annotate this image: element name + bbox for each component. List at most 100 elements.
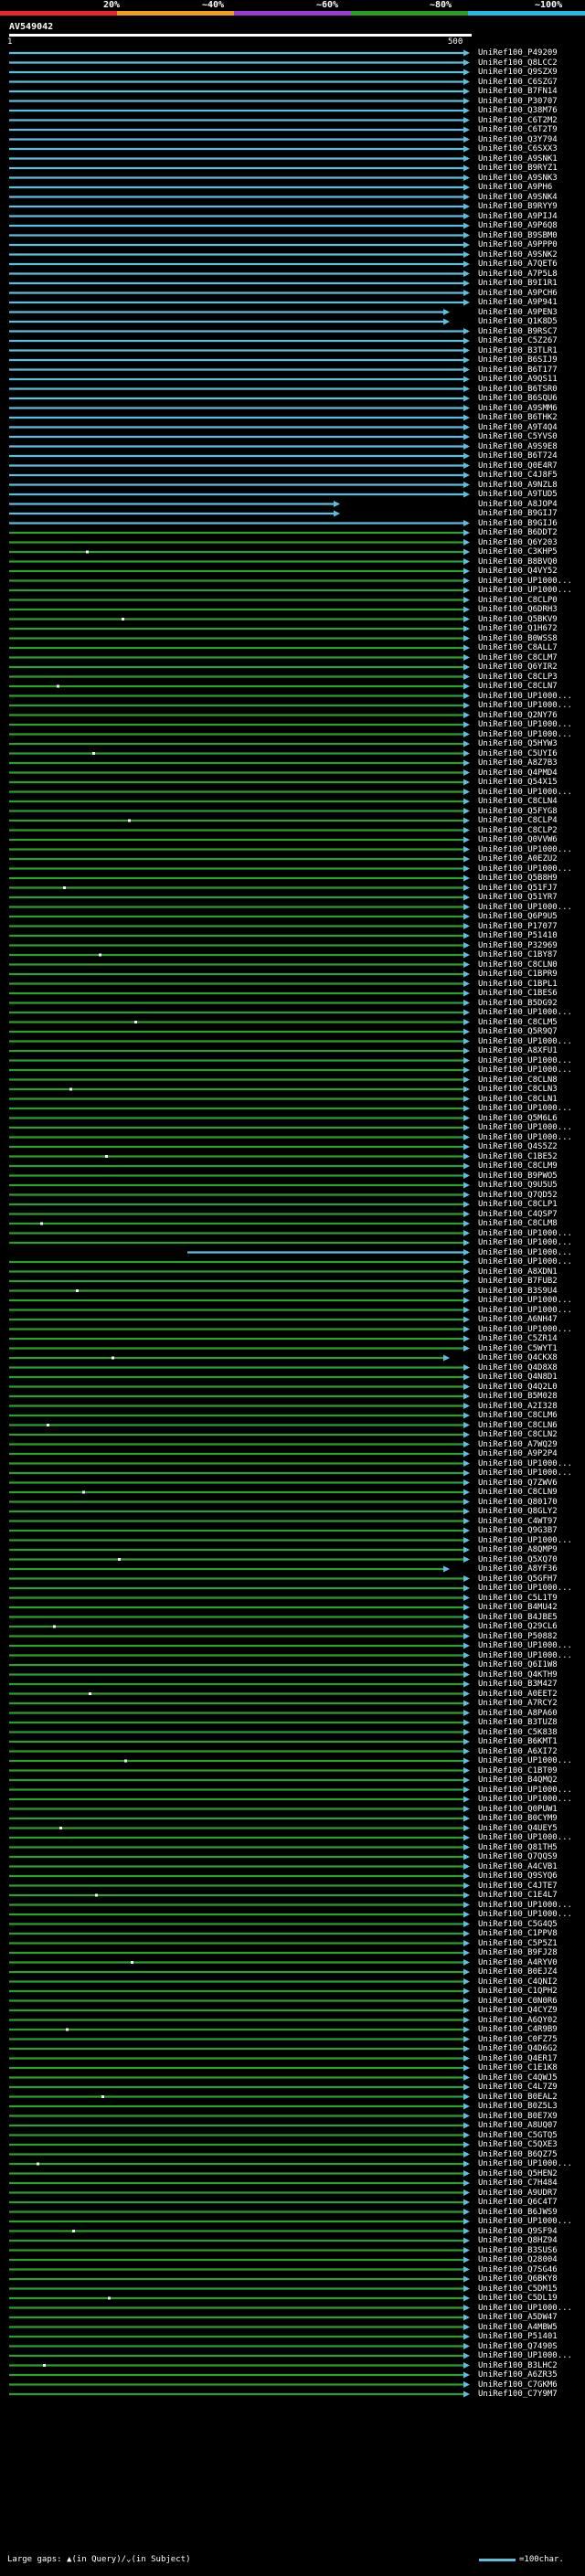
hit-label-link[interactable]: UniRef100_B6T724 [478,451,558,461]
hit-label-link[interactable]: UniRef100_C1BY87 [478,950,558,959]
hit-label-link[interactable]: UniRef100_Q4UEY5 [478,1824,558,1833]
hit-label-link[interactable]: UniRef100_A4RYV0 [478,1958,558,1967]
hit-label-link[interactable]: UniRef100_A9P941 [478,298,558,307]
hit-label-link[interactable]: UniRef100_C5GTQ5 [478,2131,558,2140]
hit-label-link[interactable]: UniRef100_P50882 [478,1632,558,1641]
hit-label-link[interactable]: UniRef100_UP1000... [478,1133,572,1142]
hit-label-link[interactable]: UniRef100_C5DL19 [478,2294,558,2303]
hit-label-link[interactable]: UniRef100_Q4D6G2 [478,2044,558,2053]
hit-label-link[interactable]: UniRef100_UP1000... [478,845,572,854]
hit-label-link[interactable]: UniRef100_UP1000... [478,1756,572,1765]
hit-label-link[interactable]: UniRef100_UP1000... [478,1123,572,1132]
hit-label-link[interactable]: UniRef100_C8CLN0 [478,960,558,970]
hit-label-link[interactable]: UniRef100_UP1000... [478,1584,572,1593]
hit-label-link[interactable]: UniRef100_UP1000... [478,1901,572,1910]
hit-label-link[interactable]: UniRef100_C6T2T9 [478,125,558,134]
hit-label-link[interactable]: UniRef100_C5L1T9 [478,1594,558,1603]
hit-label-link[interactable]: UniRef100_Q5B8H9 [478,874,558,883]
hit-label-link[interactable]: UniRef100_Q7ZWV6 [478,1479,558,1488]
hit-label-link[interactable]: UniRef100_Q4VY52 [478,567,558,576]
hit-label-link[interactable]: UniRef100_A7QET6 [478,260,558,269]
hit-label-link[interactable]: UniRef100_C1BPL1 [478,980,558,989]
hit-label-link[interactable]: UniRef100_A8Z7B3 [478,758,558,768]
hit-label-link[interactable]: UniRef100_C5YVS0 [478,432,558,441]
hit-label-link[interactable]: UniRef100_C1BE52 [478,1152,558,1161]
hit-label-link[interactable]: UniRef100_Q6BKY8 [478,2274,558,2284]
hit-label-link[interactable]: UniRef100_C8CLN1 [478,1095,558,1104]
hit-label-link[interactable]: UniRef100_B6T177 [478,366,558,375]
hit-label-link[interactable]: UniRef100_C7Y9M7 [478,2390,558,2399]
hit-label-link[interactable]: UniRef100_C5K838 [478,1728,558,1737]
hit-label-link[interactable]: UniRef100_UP1000... [478,2304,572,2313]
hit-label-link[interactable]: UniRef100_B6THK2 [478,413,558,422]
hit-label-link[interactable]: UniRef100_A0EZU2 [478,854,558,864]
hit-label-link[interactable]: UniRef100_A9PCH6 [478,289,558,298]
hit-label-link[interactable]: UniRef100_A9UDR7 [478,2189,558,2198]
hit-label-link[interactable]: UniRef100_UP1000... [478,1459,572,1468]
hit-label-link[interactable]: UniRef100_UP1000... [478,903,572,912]
hit-label-link[interactable]: UniRef100_C8CLP4 [478,816,558,825]
hit-label-link[interactable]: UniRef100_C1QPH2 [478,1987,558,1996]
hit-label-link[interactable]: UniRef100_UP1000... [478,1536,572,1545]
hit-label-link[interactable]: UniRef100_Q4CKX8 [478,1353,558,1362]
hit-label-link[interactable]: UniRef100_C4QNI2 [478,1977,558,1987]
hit-label-link[interactable]: UniRef100_Q0VVW6 [478,835,558,844]
hit-label-link[interactable]: UniRef100_UP1000... [478,701,572,710]
hit-label-link[interactable]: UniRef100_A8YF36 [478,1564,558,1574]
hit-label-link[interactable]: UniRef100_A6QY02 [478,2016,558,2025]
hit-label-link[interactable]: UniRef100_Q7490S [478,2342,558,2351]
hit-label-link[interactable]: UniRef100_UP1000... [478,2159,572,2168]
hit-label-link[interactable]: UniRef100_A9SNK2 [478,250,558,260]
hit-label-link[interactable]: UniRef100_A9P2P4 [478,1449,558,1458]
hit-label-link[interactable]: UniRef100_B6KMT1 [478,1737,558,1746]
hit-label-link[interactable]: UniRef100_A9QS11 [478,375,558,384]
hit-label-link[interactable]: UniRef100_B5DG92 [478,999,558,1008]
hit-label-link[interactable]: UniRef100_UP1000... [478,1786,572,1795]
hit-label-link[interactable]: UniRef100_Q4Q2L0 [478,1383,558,1392]
hit-label-link[interactable]: UniRef100_Q4S5Z2 [478,1142,558,1151]
hit-label-link[interactable]: UniRef100_UP1000... [478,1238,572,1247]
hit-label-link[interactable]: UniRef100_C8CLP3 [478,673,558,682]
hit-label-link[interactable]: UniRef100_B3M427 [478,1680,558,1689]
hit-label-link[interactable]: UniRef100_C5QXE3 [478,2140,558,2149]
hit-label-link[interactable]: UniRef100_B9GIJ6 [478,519,558,528]
hit-label-link[interactable]: UniRef100_C4WT97 [478,1517,558,1526]
hit-label-link[interactable]: UniRef100_Q54X15 [478,778,558,787]
hit-label-link[interactable]: UniRef100_Q9SF94 [478,2227,558,2236]
hit-label-link[interactable]: UniRef100_UP1000... [478,692,572,701]
hit-label-link[interactable]: UniRef100_A9TUD5 [478,490,558,499]
hit-label-link[interactable]: UniRef100_C8CLN7 [478,682,558,691]
hit-label-link[interactable]: UniRef100_B0E7X9 [478,2112,558,2121]
hit-label-link[interactable]: UniRef100_Q6DRH3 [478,605,558,614]
hit-label-link[interactable]: UniRef100_A2I328 [478,1402,558,1411]
hit-label-link[interactable]: UniRef100_Q51YR7 [478,893,558,902]
hit-label-link[interactable]: UniRef100_B3LHC2 [478,2361,558,2370]
hit-label-link[interactable]: UniRef100_UP1000... [478,1296,572,1305]
hit-label-link[interactable]: UniRef100_A9PH6 [478,183,552,192]
hit-label-link[interactable]: UniRef100_B6DDT2 [478,528,558,537]
hit-label-link[interactable]: UniRef100_C5G4Q5 [478,1920,558,1929]
hit-label-link[interactable]: UniRef100_B6TSR0 [478,385,558,394]
hit-label-link[interactable]: UniRef100_Q6P9U5 [478,912,558,921]
hit-label-link[interactable]: UniRef100_Q4PMD4 [478,769,558,778]
hit-label-link[interactable]: UniRef100_Q29CL6 [478,1622,558,1631]
hit-label-link[interactable]: UniRef100_Q8GLY2 [478,1507,558,1516]
hit-label-link[interactable]: UniRef100_C8CLN8 [478,1076,558,1085]
hit-label-link[interactable]: UniRef100_Q5HEN2 [478,2169,558,2178]
hit-label-link[interactable]: UniRef100_Q5GFH7 [478,1574,558,1584]
hit-label-link[interactable]: UniRef100_UP1000... [478,730,572,739]
hit-label-link[interactable]: UniRef100_B0CYM9 [478,1814,558,1823]
hit-label-link[interactable]: UniRef100_A8XDN1 [478,1267,558,1277]
hit-label-link[interactable]: UniRef100_UP1000... [478,788,572,797]
hit-label-link[interactable]: UniRef100_Q7SG46 [478,2265,558,2274]
hit-label-link[interactable]: UniRef100_Q51FJ7 [478,884,558,893]
hit-label-link[interactable]: UniRef100_B8BVQ0 [478,557,558,567]
hit-label-link[interactable]: UniRef100_Q5BKV9 [478,615,558,624]
hit-label-link[interactable]: UniRef100_C0FZ75 [478,2035,558,2044]
hit-label-link[interactable]: UniRef100_UP1000... [478,1325,572,1334]
hit-label-link[interactable]: UniRef100_Q4ER17 [478,2054,558,2063]
hit-label-link[interactable]: UniRef100_C1E1K8 [478,2063,558,2072]
hit-label-link[interactable]: UniRef100_C8CLP2 [478,826,558,835]
hit-label-link[interactable]: UniRef100_B9GIJ7 [478,509,558,518]
hit-label-link[interactable]: UniRef100_UP1000... [478,1037,572,1046]
